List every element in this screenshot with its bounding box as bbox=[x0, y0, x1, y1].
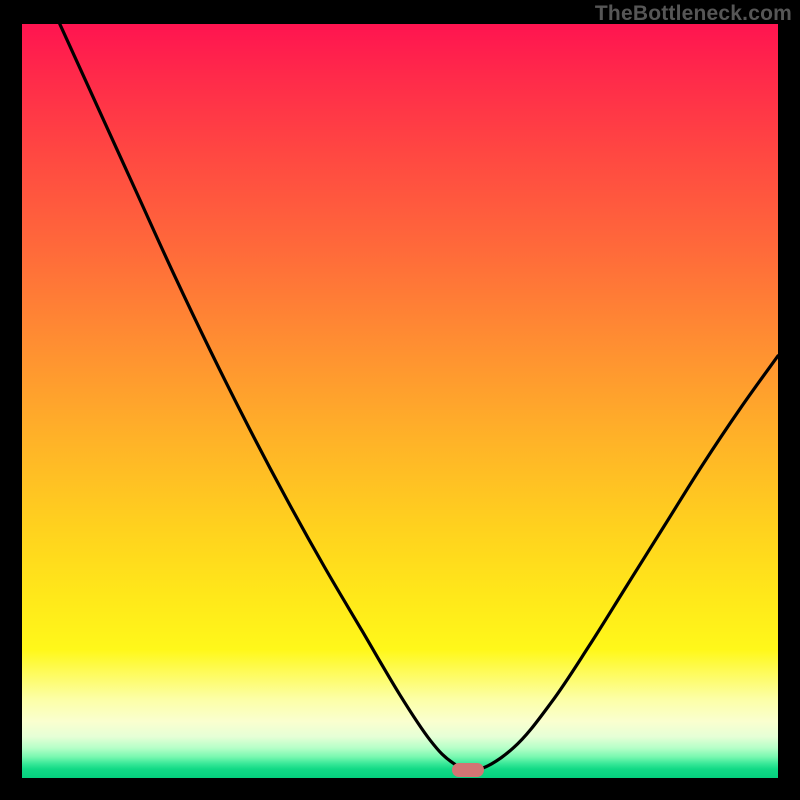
curve-layer bbox=[22, 24, 778, 778]
attribution-label: TheBottleneck.com bbox=[595, 2, 792, 26]
minimum-marker bbox=[452, 763, 484, 777]
chart-frame: TheBottleneck.com bbox=[0, 0, 800, 800]
plot-area bbox=[22, 24, 778, 778]
bottleneck-curve-path bbox=[60, 24, 778, 771]
